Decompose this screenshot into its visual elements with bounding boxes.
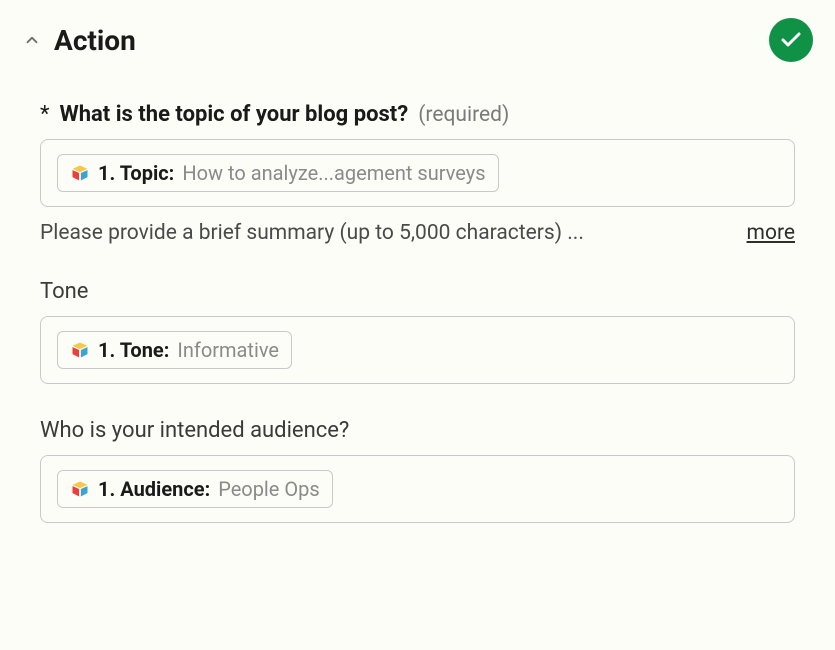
chip-label: 1. Topic:	[98, 161, 174, 185]
status-success-icon	[769, 18, 813, 62]
chevron-up-icon[interactable]	[22, 30, 42, 50]
helper-text: Please provide a brief summary (up to 5,…	[40, 221, 584, 245]
label-text: What is the topic of your blog post?	[59, 102, 408, 127]
required-hint: (required)	[418, 103, 509, 127]
chip-value: Informative	[177, 338, 279, 362]
airtable-icon	[70, 163, 90, 183]
section-title: Action	[54, 24, 136, 57]
required-asterisk: *	[40, 102, 49, 127]
chip-audience[interactable]: 1. Audience: People Ops	[57, 470, 333, 508]
airtable-icon	[70, 340, 90, 360]
chip-value: How to analyze...agement surveys	[182, 161, 485, 185]
field-group-topic: * What is the topic of your blog post? (…	[22, 102, 813, 245]
section-header: Action	[22, 18, 813, 62]
more-link[interactable]: more	[747, 221, 795, 245]
chip-topic[interactable]: 1. Topic: How to analyze...agement surve…	[57, 154, 499, 192]
topic-input[interactable]: 1. Topic: How to analyze...agement surve…	[40, 139, 795, 207]
label-tone: Tone	[40, 279, 795, 304]
helper-row: Please provide a brief summary (up to 5,…	[40, 221, 795, 245]
field-group-audience: Who is your intended audience? 1. Audien…	[22, 418, 813, 523]
label-topic: * What is the topic of your blog post?	[40, 102, 408, 127]
tone-input[interactable]: 1. Tone: Informative	[40, 316, 795, 384]
chip-label: 1. Audience:	[98, 477, 210, 501]
chip-value: People Ops	[218, 477, 319, 501]
label-audience: Who is your intended audience?	[40, 418, 795, 443]
chip-tone[interactable]: 1. Tone: Informative	[57, 331, 292, 369]
chip-label: 1. Tone:	[98, 338, 169, 362]
field-group-tone: Tone 1. Tone: Informative	[22, 279, 813, 384]
airtable-icon	[70, 479, 90, 499]
header-left: Action	[22, 24, 136, 57]
audience-input[interactable]: 1. Audience: People Ops	[40, 455, 795, 523]
label-row: * What is the topic of your blog post? (…	[40, 102, 795, 127]
